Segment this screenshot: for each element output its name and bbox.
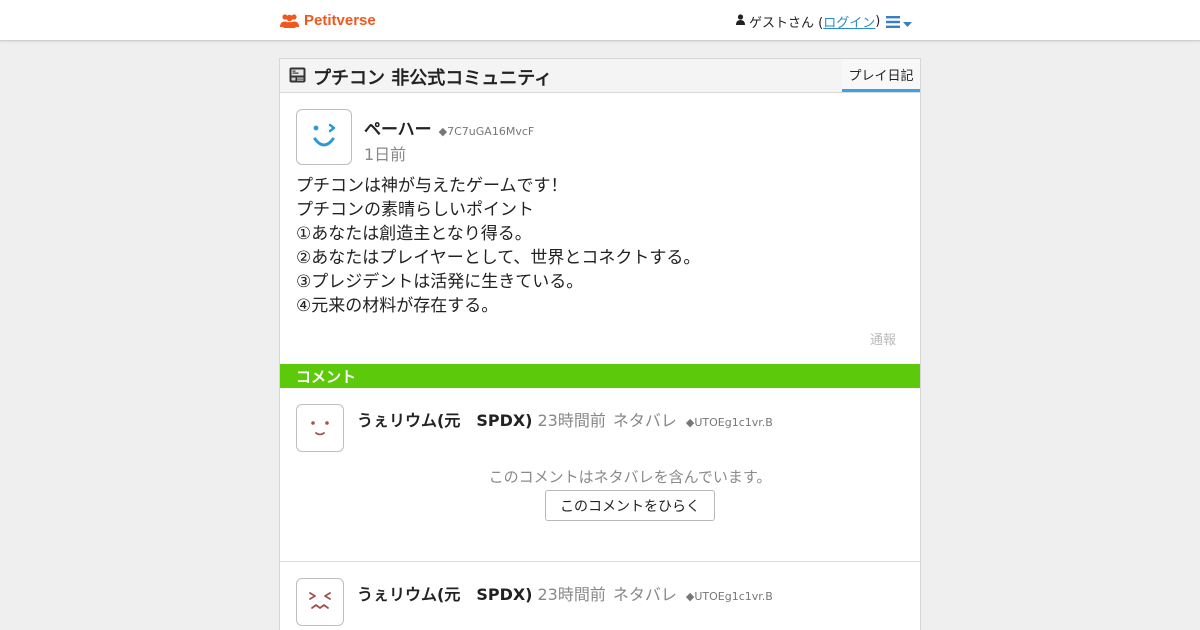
frustrated-face-icon [309,592,331,609]
comment-timestamp: 23時間前 [537,585,606,604]
users-icon [280,13,299,28]
top-navigation-bar: Petitverse ゲストさん (ログイン) [0,0,1200,41]
guest-label: ゲストさん ( [749,15,824,31]
caret-down-icon [903,13,912,32]
guest-label-close: ) [875,13,881,29]
comment-author-avatar[interactable] [296,578,344,626]
user-status: ゲストさん (ログイン) [736,12,881,31]
post-author-avatar[interactable] [296,109,352,165]
comment-author-id: ◆UTOEg1c1vr.B [685,416,773,429]
post-body: プチコンは神が与えたゲームです！ プチコンの素晴らしいポイント ①あなたは創造主… [296,176,701,316]
comment-author-avatar[interactable] [296,404,344,452]
hamburger-menu-icon [886,13,900,32]
spoiler-tag: ネタバレ [612,585,677,604]
report-button[interactable]: 通報 [870,329,896,348]
wink-face-icon [313,123,336,147]
comment-meta: うぇリウム(元 SPDX) 23時間前 ネタバレ ◆UTOEg1c1vr.B [357,581,773,605]
post-timestamp: 1日前 [364,145,407,164]
community-title-link[interactable]: プチコン 非公式コミュニティ [289,64,552,90]
community-header: プチコン 非公式コミュニティ プレイ日記 [280,59,920,93]
normal-face-icon [311,421,329,436]
comment-author-name[interactable]: うぇリウム(元 SPDX) [357,407,533,431]
post-author-id: ◆7C7uGA16MvcF [438,125,535,138]
comment-author-name[interactable]: うぇリウム(元 SPDX) [357,581,533,605]
comment-meta: うぇリウム(元 SPDX) 23時間前 ネタバレ ◆UTOEg1c1vr.B [357,407,773,431]
post-author-line: ペーハー ◆7C7uGA16MvcF [364,115,534,140]
brand-logo-link[interactable]: Petitverse [280,9,376,31]
post-author-name[interactable]: ペーハー [364,115,432,140]
comment-item: うぇリウム(元 SPDX) 23時間前 ネタバレ ◆UTOEg1c1vr.B [280,562,920,630]
comment-item: うぇリウム(元 SPDX) 23時間前 ネタバレ ◆UTOEg1c1vr.B こ… [280,388,920,562]
spoiler-warning: このコメントはネタバレを含んでいます。 [488,468,772,486]
login-link[interactable]: ログイン [823,12,875,31]
petitcom-console-icon [289,67,306,88]
comment-timestamp: 23時間前 [537,411,606,430]
spoiler-tag: ネタバレ [612,411,677,430]
comment-author-id: ◆UTOEg1c1vr.B [685,590,773,603]
tab-play-diary[interactable]: プレイ日記 [842,59,920,92]
comments-header: コメント [280,364,920,388]
open-comment-button[interactable]: このコメントをひらく [545,490,715,521]
community-title: プチコン 非公式コミュニティ [313,68,553,89]
community-post-card: プチコン 非公式コミュニティ プレイ日記 ペーハー ◆7C7uGA16MvcF … [279,58,921,630]
post: ペーハー ◆7C7uGA16MvcF 1日前 プチコンは神が与えたゲームです！ … [280,93,920,364]
user-icon [736,13,745,29]
menu-toggle-button[interactable] [886,14,914,30]
brand-name: Petitverse [304,11,376,29]
